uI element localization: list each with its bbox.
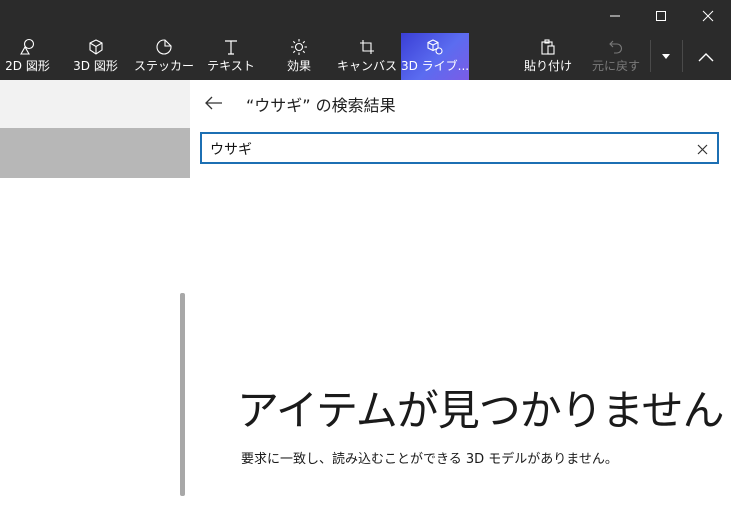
chevron-up-icon (698, 52, 714, 61)
close-icon (702, 10, 714, 22)
paste-button[interactable]: 貼り付け (522, 33, 574, 80)
tool-label: テキスト (207, 59, 255, 73)
shapes-2d-icon (19, 36, 37, 58)
paste-label: 貼り付け (523, 59, 572, 73)
tool-label: 効果 (286, 59, 311, 73)
tool-label: 3D 図形 (73, 59, 118, 73)
tool-label: ステッカー (134, 59, 195, 73)
canvas-preview (0, 128, 190, 178)
effects-sun-icon (290, 36, 308, 58)
tool-text[interactable]: テキスト (205, 33, 257, 80)
no-results-title: アイテムが見つかりません (237, 386, 725, 435)
ribbon-separator (682, 40, 683, 72)
library-search-panel: “ウサギ” の検索結果 アイテムが見つかりません 要求に一致し、読み込むことがで… (190, 80, 731, 510)
collapse-ribbon-button[interactable] (688, 33, 724, 80)
tool-2d-shapes[interactable]: 2D 図形 (0, 33, 55, 80)
back-arrow-icon (205, 96, 222, 110)
tool-3d-library[interactable]: 3D ライブ... (401, 33, 469, 80)
maximize-icon (656, 11, 666, 21)
undo-icon (607, 36, 625, 58)
title-bar: 2D 図形 3D 図形 ステッカー テキスト 効果 キャンバス 3D ライブ..… (0, 0, 731, 80)
close-button[interactable] (685, 0, 731, 32)
minimize-icon (610, 15, 620, 17)
canvas-background (0, 80, 190, 128)
ribbon-separator (650, 40, 651, 72)
canvas-area[interactable] (0, 80, 190, 510)
back-button[interactable] (202, 91, 226, 115)
tool-3d-shapes[interactable]: 3D 図形 (68, 33, 123, 80)
undo-button[interactable]: 元に戻す (588, 33, 644, 80)
undo-label: 元に戻す (591, 59, 640, 73)
cube-3d-icon (87, 36, 105, 58)
tool-stickers[interactable]: ステッカー (134, 33, 195, 80)
no-results-message: 要求に一致し、読み込むことができる 3D モデルがありません。 (241, 452, 618, 467)
panel-header: “ウサギ” の検索結果 (190, 80, 731, 124)
search-input[interactable] (210, 139, 680, 159)
tool-label: 2D 図形 (5, 59, 50, 73)
clear-search-button[interactable] (693, 140, 711, 158)
tool-label: キャンバス (337, 59, 398, 73)
tool-canvas[interactable]: キャンバス (337, 33, 398, 80)
tool-label: 3D ライブ... (400, 59, 470, 73)
close-icon (697, 144, 707, 154)
maximize-button[interactable] (638, 0, 684, 32)
library-3d-icon (426, 36, 444, 58)
canvas-scrollbar[interactable] (180, 293, 185, 496)
sticker-icon (155, 36, 173, 58)
history-dropdown-button[interactable] (652, 33, 680, 80)
minimize-button[interactable] (592, 0, 638, 32)
page-title: “ウサギ” の検索結果 (246, 96, 396, 115)
tool-effects[interactable]: 効果 (275, 33, 323, 80)
caret-down-icon (662, 53, 670, 59)
canvas-crop-icon (358, 36, 376, 58)
search-box[interactable] (200, 132, 719, 164)
paste-clipboard-icon (539, 36, 557, 58)
text-icon (222, 36, 240, 58)
